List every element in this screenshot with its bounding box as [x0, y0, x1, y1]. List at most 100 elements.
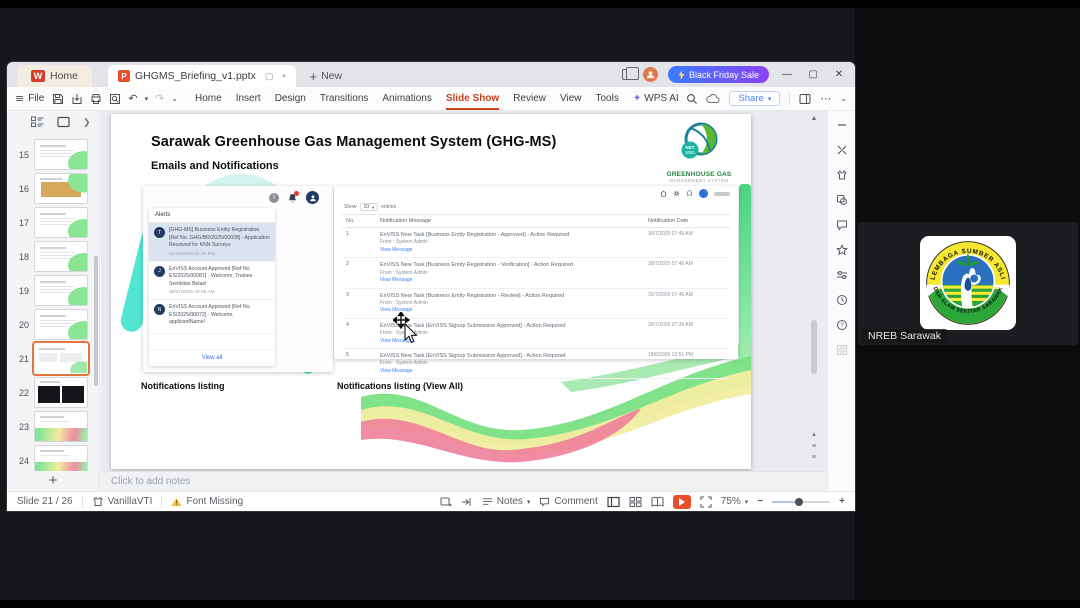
reading-view-icon[interactable] [651, 496, 664, 508]
scroll-up-icon[interactable]: ▲ [809, 115, 819, 122]
slide-thumbnail[interactable] [34, 309, 88, 340]
new-slide-icon[interactable] [440, 496, 452, 508]
save-icon[interactable] [52, 93, 64, 105]
menu-item[interactable]: Tools [589, 87, 626, 111]
font-missing-warning[interactable]: Font Missing [171, 496, 243, 507]
portal-topbar [334, 186, 738, 201]
new-tab-button[interactable]: + New [310, 65, 343, 87]
share-button[interactable]: Share ▾ [729, 91, 781, 106]
menu-ribbon: ≡ File ↶ ▾ ↷ ⌄ Home Insert Design Transi… [7, 87, 855, 111]
divider [81, 495, 83, 508]
menu-item[interactable]: View [553, 87, 589, 111]
menu-item[interactable]: Insert [229, 87, 268, 111]
right-tool-strip: ? [827, 111, 855, 491]
undo-dropdown-icon[interactable]: ▾ [145, 95, 149, 103]
slide-view-icon[interactable] [57, 116, 70, 128]
zoom-in-button[interactable]: + [839, 496, 845, 507]
slide-nav-buttons[interactable]: ▴ ≡ ≡ [809, 429, 819, 463]
collapse-icon[interactable] [836, 119, 848, 131]
ribbon-right-controls: Share ▾ ⋯ ⌄ [706, 91, 847, 106]
thumbnail-scrollbar[interactable] [94, 256, 98, 386]
maximize-button[interactable]: ▢ [805, 69, 821, 80]
shapes-icon[interactable] [836, 194, 848, 206]
lightning-icon [678, 69, 685, 80]
undo-icon[interactable]: ↶ [128, 92, 137, 105]
alert-date: 30/07/2025 09:09 AM [169, 290, 215, 296]
zoom-slider[interactable] [772, 497, 831, 506]
help-icon[interactable]: ? [836, 319, 848, 331]
main-vertical-scrollbar[interactable]: ▲ ▴ ≡ ≡ [809, 115, 819, 465]
menu-item[interactable]: Animations [375, 87, 438, 111]
alert-item[interactable]: J EnVISS Account Approved [Ref No. ES/20… [149, 262, 275, 301]
apps-grid-icon[interactable] [836, 344, 848, 356]
normal-view-icon[interactable] [607, 496, 620, 508]
menu-item[interactable]: Transitions [313, 87, 376, 111]
svg-text:2050: 2050 [685, 150, 695, 155]
slideshow-play-button[interactable] [672, 494, 691, 509]
participant-video-tile[interactable]: LEMBAGA SUMBER ASLI DAN ALAM SEKITAR SAR… [858, 222, 1078, 345]
tab-home[interactable]: W Home [17, 65, 93, 87]
jump-to-icon[interactable] [461, 496, 473, 508]
view-all-link[interactable]: View all [149, 349, 275, 366]
notes-toggle[interactable]: Notes ▾ [482, 496, 530, 507]
black-friday-sale-button[interactable]: Black Friday Sale [667, 66, 769, 83]
menu-item[interactable]: Review [506, 87, 553, 111]
row-number: 2 [346, 261, 350, 268]
slide-thumbnail[interactable] [32, 341, 90, 376]
slide-thumbnail[interactable] [34, 275, 88, 306]
print-preview-icon[interactable] [109, 93, 121, 105]
collapse-ribbon-icon[interactable]: ⌄ [840, 94, 847, 103]
slide-thumbnail[interactable] [34, 241, 88, 272]
star-icon[interactable] [835, 244, 848, 256]
zoom-level[interactable]: 75% ▾ [721, 496, 749, 507]
zoom-slider-handle[interactable] [795, 497, 804, 506]
menu-item[interactable]: Design [268, 87, 313, 111]
search-icon[interactable] [686, 93, 698, 105]
home-tab-label: Home [50, 70, 79, 82]
window-stack-icon[interactable] [621, 67, 639, 80]
slide-thumbnail[interactable] [34, 411, 88, 442]
slide-thumbnail[interactable] [34, 173, 88, 204]
comment-panel-icon[interactable] [836, 219, 848, 231]
more-options-icon[interactable]: ⋯ [820, 92, 831, 105]
share-dropdown-icon: ▾ [767, 95, 772, 103]
zoom-out-button[interactable]: − [757, 496, 763, 507]
slide-canvas[interactable]: Sarawak Greenhouse Gas Management System… [111, 114, 751, 469]
print-icon[interactable] [90, 93, 102, 105]
cloud-sync-icon[interactable] [706, 93, 720, 104]
file-menu-button[interactable]: ≡ File [15, 92, 44, 105]
layout-panel-icon[interactable] [799, 93, 811, 105]
slide-thumbnail[interactable] [34, 445, 88, 471]
history-clock-icon[interactable] [836, 294, 848, 306]
comment-icon [540, 497, 550, 507]
slide-thumbnail[interactable] [34, 377, 88, 408]
panel-expand-icon[interactable]: ❯ [83, 117, 91, 128]
theme-icon[interactable] [836, 169, 848, 181]
comment-button[interactable]: Comment [539, 496, 598, 507]
hamburger-icon: ≡ [15, 92, 25, 105]
wps-ai-button[interactable]: ✦ WPS AI [626, 93, 686, 104]
slide-thumbnail[interactable] [34, 139, 88, 170]
slide-sorter-icon[interactable] [629, 496, 642, 508]
fullscreen-icon[interactable] [700, 495, 712, 508]
menu-item[interactable]: Home [188, 87, 229, 111]
add-slide-button[interactable]: + [7, 472, 99, 489]
menu-item[interactable]: Slide Show [439, 87, 506, 111]
theme-indicator[interactable]: VanillaVTI [92, 496, 152, 507]
minimize-button[interactable]: — [779, 69, 795, 80]
tab-document[interactable]: P GHGMS_Briefing_v1.pptx ▢ • [108, 65, 296, 87]
account-avatar[interactable] [642, 67, 658, 82]
alert-item[interactable]: T [GHG-MS] Business Entity Registration … [149, 223, 275, 262]
settings-sliders-icon[interactable] [836, 269, 848, 281]
alert-item[interactable]: N EnVISS Account Approved [Ref No. ES/20… [149, 300, 275, 334]
outline-view-icon[interactable] [31, 116, 44, 128]
quickbar-expand-icon[interactable]: ⌄ [171, 94, 178, 103]
export-icon[interactable] [71, 93, 83, 105]
close-button[interactable]: ✕ [831, 69, 847, 80]
tab-preview-icon[interactable]: ▢ [265, 71, 274, 82]
slide-thumbnail[interactable] [34, 207, 88, 238]
notes-input[interactable]: Click to add notes [101, 471, 827, 491]
tools-icon[interactable] [836, 144, 848, 156]
slide-number: 16 [18, 183, 29, 194]
scrollbar-thumb[interactable] [811, 320, 817, 374]
